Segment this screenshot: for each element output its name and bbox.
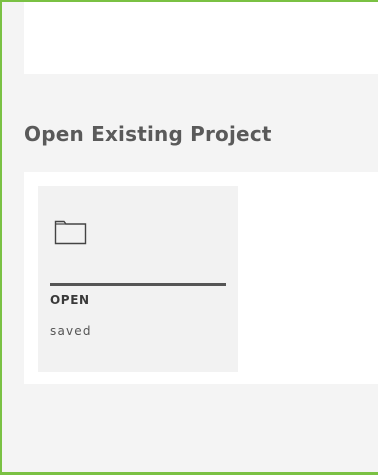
card-subtitle: saved [50,324,92,338]
app-frame: Open Existing Project OPEN saved [0,0,378,475]
top-panel [24,2,378,74]
section-title: Open Existing Project [24,122,272,146]
projects-panel: OPEN saved [24,172,378,384]
open-project-card[interactable]: OPEN saved [38,186,238,372]
folder-icon [54,218,88,246]
card-title: OPEN [50,293,90,307]
card-divider [50,283,226,286]
